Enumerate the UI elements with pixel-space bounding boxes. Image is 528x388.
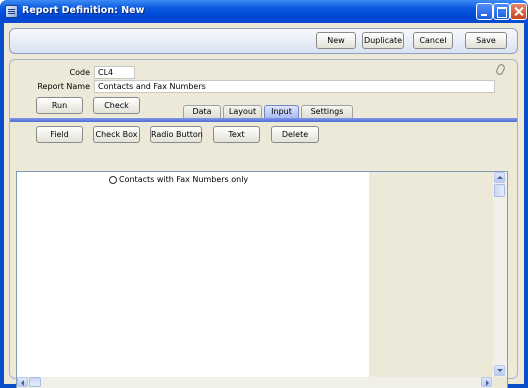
horizontal-scroll-thumb[interactable] (29, 377, 41, 387)
tab-settings[interactable]: Settings (301, 105, 353, 118)
duplicate-button[interactable]: Duplicate (362, 32, 404, 49)
close-icon[interactable] (510, 3, 527, 20)
scroll-left-icon[interactable] (17, 377, 28, 387)
tab-data[interactable]: Data (183, 105, 221, 118)
scroll-down-icon[interactable] (494, 365, 505, 376)
delete-button[interactable]: Delete (271, 126, 319, 143)
report-definition-window: Report Definition: New New Duplicate Can… (0, 0, 528, 388)
app-icon (5, 5, 18, 18)
title-bar[interactable]: Report Definition: New (0, 0, 528, 23)
check-box-button[interactable]: Check Box (93, 126, 140, 143)
new-button[interactable]: New (316, 32, 356, 49)
vertical-scroll-thumb[interactable] (494, 184, 505, 197)
code-field[interactable]: CL4 (94, 66, 135, 79)
text-button[interactable]: Text (213, 126, 260, 143)
paperclip-icon[interactable] (495, 63, 506, 76)
radio-icon[interactable] (109, 176, 117, 184)
run-button[interactable]: Run (36, 97, 83, 114)
field-button[interactable]: Field (36, 126, 83, 143)
report-name-field[interactable]: Contacts and Fax Numbers (94, 80, 495, 93)
tab-input[interactable]: Input (264, 105, 299, 118)
maximize-icon[interactable] (493, 3, 510, 20)
tab-strip-underline (10, 118, 517, 122)
window-title: Report Definition: New (22, 5, 145, 16)
editor-margin-area (369, 172, 493, 377)
radio-button-button[interactable]: Radio Button (150, 126, 203, 143)
tab-layout[interactable]: Layout (223, 105, 262, 118)
check-button[interactable]: Check (93, 97, 140, 114)
radio-item-label: Contacts with Fax Numbers only (119, 175, 249, 184)
record-toolbar: New Duplicate Cancel Save (9, 28, 518, 54)
scroll-right-icon[interactable] (481, 377, 492, 387)
code-label: Code (69, 68, 90, 77)
input-layout-editor[interactable]: Contacts with Fax Numbers only (16, 171, 508, 388)
vertical-scrollbar[interactable] (493, 172, 507, 377)
scrollbar-corner (493, 377, 507, 388)
save-button[interactable]: Save (465, 32, 507, 49)
scroll-up-icon[interactable] (494, 172, 505, 183)
cancel-button[interactable]: Cancel (413, 32, 453, 49)
horizontal-scrollbar[interactable] (17, 377, 493, 388)
window-client-area: New Duplicate Cancel Save Code CL4 Repor… (4, 23, 524, 388)
report-name-label: Report Name (37, 82, 90, 91)
minimize-icon[interactable] (476, 3, 493, 20)
